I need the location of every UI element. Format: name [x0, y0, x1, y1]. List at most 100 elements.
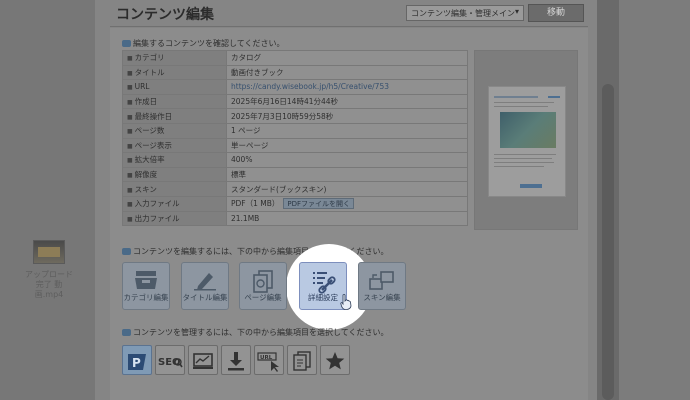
svg-text:P: P: [132, 356, 141, 370]
desktop-video-file[interactable]: アップロード完了 動画.mp4: [24, 240, 74, 300]
property-value-text: カタログ: [231, 53, 261, 63]
property-value: 2025年7月3日10時59分58秒: [226, 108, 468, 124]
thumb-image: [500, 112, 556, 148]
property-value: 400%: [226, 152, 468, 168]
thumb-footer: [520, 184, 542, 188]
url-button[interactable]: URL: [254, 345, 284, 375]
property-row: 拡大倍率 400%: [122, 152, 468, 168]
category-edit-label: カテゴリ編集: [123, 293, 169, 302]
skin-edit-label: スキン編集: [363, 293, 401, 302]
scrollbar-thumb[interactable]: [602, 84, 614, 400]
download-button[interactable]: [221, 345, 251, 375]
move-button[interactable]: 移動: [528, 4, 584, 22]
property-value: 21.1MB: [226, 210, 468, 227]
property-value: 1 ページ: [226, 122, 468, 139]
page-title: コンテンツ編集: [116, 7, 214, 23]
property-label: カテゴリ: [122, 50, 227, 66]
title-edit-button[interactable]: タイトル編集: [181, 262, 229, 310]
property-value-text: スタンダード(ブックスキン): [231, 184, 327, 194]
property-row: ページ数 1 ページ: [122, 122, 468, 139]
confirm-info-text: 編集するコンテンツを確認してください。: [133, 39, 285, 48]
property-label: 入力ファイル: [122, 195, 227, 212]
video-thumbnail: [33, 240, 65, 264]
confirm-info: 編集するコンテンツを確認してください。: [122, 38, 285, 49]
property-value-text: 単ーページ: [231, 140, 269, 150]
property-row: スキンスタンダード(ブックスキン): [122, 181, 468, 197]
info-icon: [122, 40, 131, 47]
publish-button[interactable]: P: [122, 345, 152, 375]
title-edit-label: タイトル編集: [182, 293, 228, 302]
property-value: PDF（1 MB） PDFファイルを開く: [226, 195, 468, 212]
property-value-text: 2025年7月3日10時59分58秒: [231, 111, 334, 121]
tray-icon: [135, 271, 157, 289]
property-url-link[interactable]: https://candy.wisebook.jp/h5/Creative/75…: [226, 79, 468, 95]
property-label: 最終操作日: [122, 108, 227, 124]
thumb-line: [494, 158, 552, 159]
thumb-tag: [548, 96, 560, 98]
thumb-line: [494, 166, 544, 167]
analytics-icon: [193, 353, 213, 369]
copy-icon: [293, 351, 311, 371]
thumb-heading: [494, 96, 538, 98]
property-value-text: 1 ページ: [231, 126, 261, 136]
property-value: 単ーページ: [226, 137, 468, 154]
publish-icon: P: [128, 354, 146, 370]
property-value: 標準: [226, 166, 468, 183]
page-edit-label: ページ編集: [244, 293, 282, 302]
property-value-text: 21.1MB: [231, 213, 260, 223]
property-value: カタログ: [226, 50, 468, 66]
desktop-file-label: アップロード完了 動画.mp4: [25, 270, 73, 299]
category-edit-button[interactable]: カテゴリ編集: [122, 262, 170, 310]
property-row: カテゴリカタログ: [122, 50, 468, 66]
analytics-button[interactable]: [188, 345, 218, 375]
property-value-text: 2025年6月16日14時41分44秒: [231, 97, 339, 107]
property-label: 出力ファイル: [122, 210, 227, 227]
property-value-text: PDF（1 MB）: [231, 199, 280, 209]
property-value-text: 動画付きブック: [231, 67, 284, 77]
property-label: URL: [122, 79, 227, 95]
open-pdf-button[interactable]: PDFファイルを開く: [283, 198, 355, 210]
thumb-line: [494, 102, 554, 103]
info-icon: [122, 329, 131, 336]
thumb-line: [494, 154, 556, 155]
pencil-icon: [194, 273, 216, 291]
property-row: 作成日 2025年6月16日14時41分44秒: [122, 93, 468, 110]
hand-cursor-icon: [340, 294, 352, 310]
favorite-button[interactable]: [320, 345, 350, 375]
property-label: 拡大倍率: [122, 152, 227, 168]
property-label: タイトル: [122, 64, 227, 81]
skin-icon: [369, 271, 394, 290]
copy-button[interactable]: [287, 345, 317, 375]
property-value-text[interactable]: https://candy.wisebook.jp/h5/Creative/75…: [231, 82, 389, 91]
property-row: ページ表示単ーページ: [122, 137, 468, 154]
svg-text:URL: URL: [260, 355, 273, 361]
property-label: ページ表示: [122, 137, 227, 154]
seo-icon: SEO: [158, 357, 183, 368]
header-divider: [110, 26, 588, 27]
star-icon: [325, 352, 345, 370]
download-icon: [228, 352, 244, 371]
url-icon: URL: [257, 352, 279, 372]
thumb-line: [494, 106, 548, 107]
menu-select-value: コンテンツ編集・管理メイン: [411, 9, 515, 18]
info-icon: [122, 248, 131, 255]
thumb-line: [494, 162, 554, 163]
seo-button[interactable]: SEO: [155, 345, 185, 375]
pages-icon: [253, 270, 273, 293]
property-row: URL https://candy.wisebook.jp/h5/Creative…: [122, 79, 468, 95]
right-backdrop: [615, 0, 690, 400]
property-value-text: 標準: [231, 170, 246, 180]
property-row: 入力ファイルPDF（1 MB）PDFファイルを開く: [122, 195, 468, 212]
property-label: 解像度: [122, 166, 227, 183]
page-edit-button[interactable]: ページ編集: [239, 262, 287, 310]
property-row: タイトル動画付きブック: [122, 64, 468, 81]
property-row: 最終操作日 2025年7月3日10時59分58秒: [122, 108, 468, 124]
property-value: 2025年6月16日14時41分44秒: [226, 93, 468, 110]
property-row: 出力ファイル 21.1MB: [122, 210, 468, 227]
property-label: 作成日: [122, 93, 227, 110]
skin-edit-button[interactable]: スキン編集: [358, 262, 406, 310]
property-value: 動画付きブック: [226, 64, 468, 81]
properties-table: カテゴリカタログタイトル動画付きブックURLhttps://candy.wise…: [122, 50, 468, 227]
menu-select[interactable]: コンテンツ編集・管理メイン ▾: [406, 5, 524, 21]
property-label: ページ数: [122, 122, 227, 139]
